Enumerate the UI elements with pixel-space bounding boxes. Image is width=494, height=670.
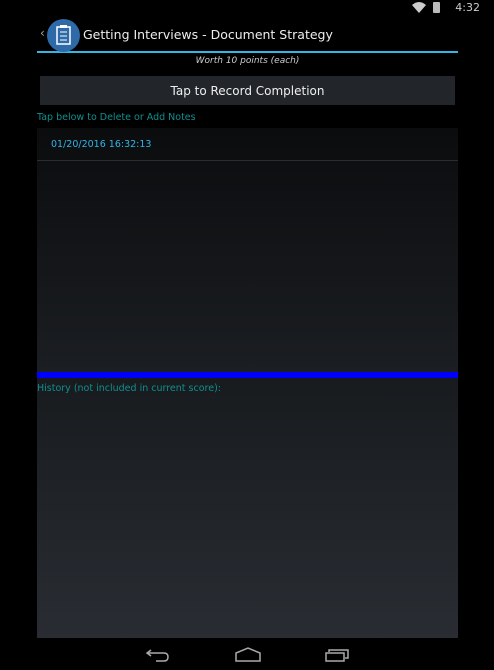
back-chevron-icon[interactable]: ‹ — [40, 26, 45, 40]
clock: 4:32 — [455, 1, 480, 14]
points-label: Worth 10 points (each) — [195, 56, 300, 66]
navigation-bar — [0, 638, 494, 670]
recent-apps-icon[interactable] — [325, 648, 350, 662]
history-section: History (not included in current score): — [37, 378, 458, 638]
record-completion-button[interactable]: Tap to Record Completion — [40, 76, 455, 105]
clipboard-icon[interactable] — [47, 19, 80, 52]
completion-list[interactable]: 01/20/2016 16:32:13 — [37, 128, 458, 372]
wifi-icon — [412, 2, 426, 13]
home-icon[interactable] — [235, 647, 261, 662]
history-label: History (not included in current score): — [37, 383, 221, 394]
action-bar: ‹ Getting Interviews - Document Strategy — [37, 16, 458, 53]
status-bar: 4:32 — [0, 0, 494, 16]
page-title: Getting Interviews - Document Strategy — [83, 27, 333, 42]
instructions-label: Tap below to Delete or Add Notes — [37, 112, 196, 123]
battery-icon — [433, 2, 440, 13]
list-item[interactable]: 01/20/2016 16:32:13 — [37, 128, 458, 161]
back-icon[interactable] — [146, 648, 170, 662]
